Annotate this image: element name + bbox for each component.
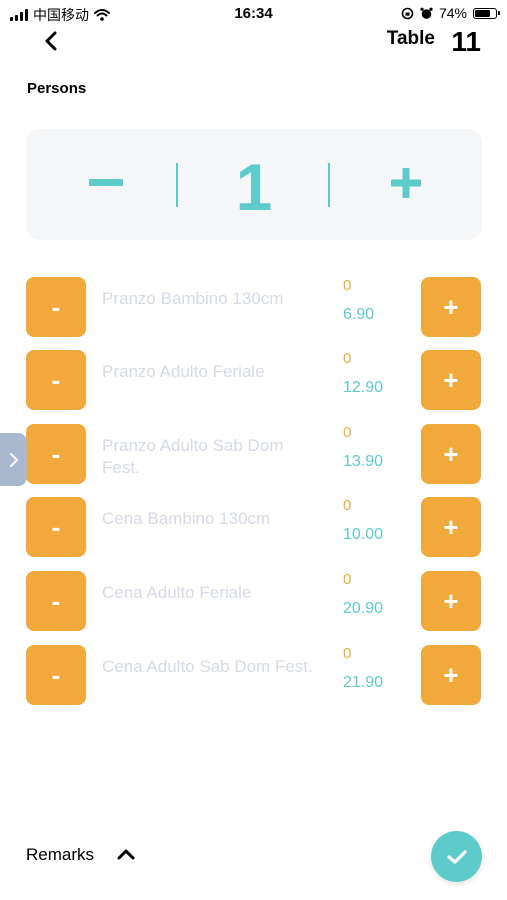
increment-button[interactable]: + bbox=[421, 277, 481, 337]
confirm-button[interactable] bbox=[431, 831, 482, 882]
remarks-toggle-button[interactable] bbox=[113, 841, 139, 867]
item-price: 6.90 bbox=[343, 306, 375, 323]
increment-button[interactable]: + bbox=[421, 350, 481, 410]
increment-button[interactable]: + bbox=[421, 497, 481, 557]
chevron-right-icon bbox=[9, 452, 18, 467]
item-name: Pranzo Adulto Feriale bbox=[102, 362, 265, 381]
item-quantity: 0 bbox=[343, 497, 352, 514]
back-button[interactable] bbox=[36, 26, 66, 56]
item-name: Cena Adulto Feriale bbox=[102, 583, 252, 602]
persons-decrement-button[interactable] bbox=[81, 158, 131, 208]
persons-count: 1 bbox=[235, 150, 273, 224]
item-price: 20.90 bbox=[343, 600, 384, 617]
decrement-button[interactable]: - bbox=[26, 350, 86, 410]
item-price: 10.00 bbox=[343, 526, 384, 543]
item-price: 13.90 bbox=[343, 453, 384, 470]
alarm-icon bbox=[420, 7, 433, 19]
persons-label: Persons bbox=[27, 80, 87, 97]
item-quantity: 0 bbox=[343, 645, 352, 662]
decrement-button[interactable]: - bbox=[26, 497, 86, 557]
list-item: - Cena Bambino 130cm 0 10.00 + bbox=[0, 497, 507, 557]
item-price: 12.90 bbox=[343, 379, 384, 396]
item-quantity: 0 bbox=[343, 424, 352, 441]
chevron-up-icon bbox=[117, 849, 135, 860]
battery-percent: 74% bbox=[438, 5, 467, 21]
table-label: Table bbox=[386, 28, 435, 49]
decrement-button[interactable]: - bbox=[26, 277, 86, 337]
decrement-button[interactable]: - bbox=[26, 571, 86, 631]
persons-increment-button[interactable] bbox=[381, 158, 431, 208]
list-item: - Cena Adulto Sab Dom Fest. 0 21.90 + bbox=[0, 645, 507, 705]
item-name: Cena Bambino 130cm bbox=[102, 509, 271, 528]
battery-fill bbox=[475, 9, 490, 17]
status-right: 74% bbox=[401, 5, 500, 21]
orientation-lock-icon bbox=[401, 7, 414, 19]
list-item: - Pranzo Adulto Feriale 0 12.90 + bbox=[0, 350, 507, 410]
minus-icon bbox=[89, 179, 123, 186]
item-quantity: 0 bbox=[343, 571, 352, 588]
item-name: Pranzo Bambino 130cm bbox=[102, 289, 284, 308]
status-bar: 中国移动 16:34 74% bbox=[0, 0, 507, 30]
item-quantity: 0 bbox=[343, 277, 352, 294]
item-name: Pranzo Adulto Sab Dom Fest. bbox=[102, 436, 284, 477]
item-name: Cena Adulto Sab Dom Fest. bbox=[102, 657, 313, 676]
increment-button[interactable]: + bbox=[421, 424, 481, 484]
list-item: - Pranzo Adulto Sab Dom Fest. 0 13.90 + bbox=[0, 424, 507, 484]
increment-button[interactable]: + bbox=[421, 571, 481, 631]
decrement-button[interactable]: - bbox=[26, 645, 86, 705]
side-drawer-tab[interactable] bbox=[0, 433, 27, 486]
persons-stepper: 1 bbox=[26, 129, 482, 240]
list-item: - Pranzo Bambino 130cm 0 6.90 + bbox=[0, 277, 507, 337]
chevron-left-icon bbox=[45, 31, 57, 51]
plus-icon bbox=[391, 168, 421, 198]
decrement-button[interactable]: - bbox=[26, 424, 86, 484]
list-item: - Cena Adulto Feriale 0 20.90 + bbox=[0, 571, 507, 631]
stepper-divider bbox=[328, 163, 330, 207]
increment-button[interactable]: + bbox=[421, 645, 481, 705]
battery-icon bbox=[473, 7, 500, 19]
checkmark-icon bbox=[446, 849, 467, 864]
item-price: 21.90 bbox=[343, 674, 384, 691]
item-quantity: 0 bbox=[343, 350, 352, 367]
table-number: 11 bbox=[451, 26, 481, 57]
remarks-label[interactable]: Remarks bbox=[26, 845, 94, 865]
